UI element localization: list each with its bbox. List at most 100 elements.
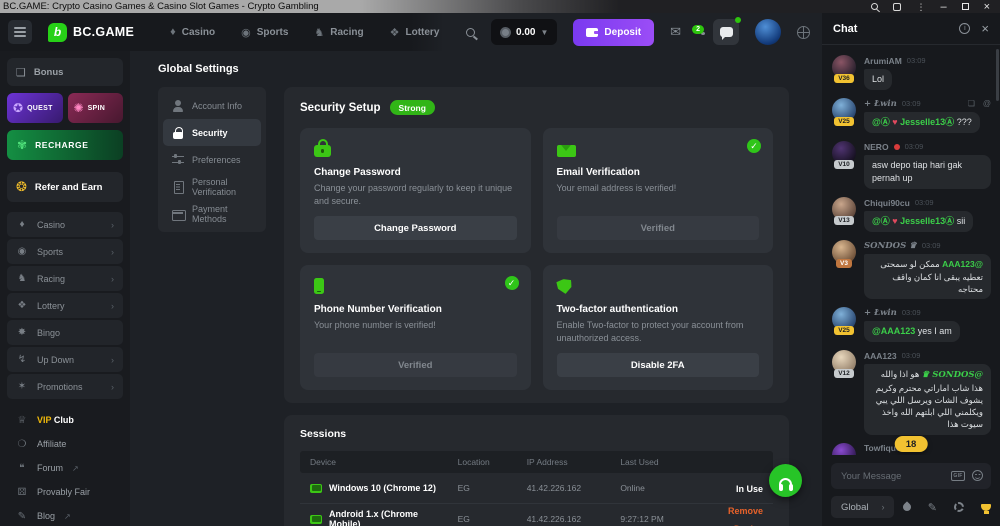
nav-item-racing[interactable]: ♞Racing [314,26,363,39]
mention[interactable]: @AAA123 [942,259,983,269]
sidebar-item-racing[interactable]: ♞Racing› [7,266,123,291]
sidebar-item-sports[interactable]: ◉Sports› [7,239,123,264]
session-action[interactable]: Remove Device [689,501,773,526]
security-card-phone: ✓Phone Number VerificationYour phone num… [300,265,531,390]
coins-icon: ❂ [16,179,27,195]
settings-tab-account-info[interactable]: Account Info [163,92,261,119]
username[interactable]: ArumiAM [864,56,902,66]
language-globe-icon[interactable] [797,26,810,39]
mention[interactable]: @Ⓐ [872,216,890,226]
unread-count-pill[interactable]: 18 [895,436,928,452]
chat-info-icon[interactable]: i [959,23,970,34]
quest-button[interactable]: ✪ QUEST [7,93,63,123]
sidebar-item-affiliate[interactable]: ❍Affiliate [7,432,123,456]
mention[interactable]: @AAA123 [872,326,915,336]
refer-and-earn-button[interactable]: ❂ Refer and Earn [7,172,123,202]
profile-avatar[interactable] [755,19,781,45]
maximize-button[interactable] [962,3,969,10]
sidebar-item-vip-club[interactable]: ♕VIP Club [7,408,123,432]
settings-tab-preferences[interactable]: Preferences [163,146,261,173]
mention[interactable]: @SONDOS ♛ [922,370,983,380]
card-action-button[interactable]: Verified [314,353,517,377]
message-text: Lol [872,74,884,84]
deposit-button[interactable]: Deposit [573,19,654,46]
sidebar-item-promotions[interactable]: ✶Promotions› [7,374,123,399]
card-action-button[interactable]: Disable 2FA [557,353,760,377]
affiliate-icon: ❍ [16,439,28,450]
card-action-button[interactable]: Verified [557,216,760,240]
casino-icon: ♦ [16,219,28,230]
sidebar-bonus[interactable]: ❑ Bonus [7,58,123,86]
window-title-bar: BC.GAME: Crypto Casino Games & Casino Sl… [0,0,1000,13]
sidebar-toggle-button[interactable] [8,20,32,44]
sidebar-item-forum[interactable]: ❝Forum↗ [7,456,123,480]
device-cell: Windows 10 (Chrome 12) [300,483,448,493]
username[interactable]: + Łwin [864,99,897,109]
inbox-icon[interactable]: ✉ [670,27,681,37]
sidebar-item-casino[interactable]: ♦Casino› [7,212,123,237]
spin-button[interactable]: ✺ SPIN [68,93,124,123]
username[interactable]: SONDOS ♛ [864,241,917,251]
recharge-button[interactable]: ✾ RECHARGE [7,130,123,160]
settings-tab-security[interactable]: Security [163,119,261,146]
settings-tab-label: Payment Methods [192,204,252,224]
rules-icon[interactable]: ✎ [928,501,937,514]
wallet-balance[interactable]: 0.00 ▼ [491,19,557,45]
browser-menu-icon[interactable]: ⋮ [916,3,925,11]
coin-drop-icon[interactable] [954,502,964,512]
device-name: Windows 10 (Chrome 12) [329,483,436,493]
remove-device-button[interactable]: Remove Device [728,506,763,526]
mail-icon [557,145,576,157]
column-header: Location [448,457,517,467]
emoji-icon[interactable] [972,470,983,481]
nav-item-lottery[interactable]: ❖Lottery [390,26,440,39]
username[interactable]: + Łwin [864,308,897,318]
chat-room-selector[interactable]: Global › [831,496,894,518]
settings-tab-personal-verification[interactable]: Personal Verification [163,173,261,200]
search-icon[interactable] [466,28,475,37]
sidebar-item-up-down[interactable]: ↯Up Down› [7,347,123,372]
tip-icon[interactable]: ❏ [968,99,975,108]
card-action-button[interactable]: Change Password [314,216,517,240]
chat-scrollbar[interactable] [996,49,999,101]
close-window-button[interactable]: × [984,2,990,12]
nav-item-casino[interactable]: ♦Casino [170,26,215,38]
balance-amount: 0.00 [516,27,535,38]
username[interactable]: Chiqui90cu [864,198,910,208]
browser-extension-icon[interactable] [893,3,901,11]
rain-icon[interactable] [901,501,912,512]
trophy-icon[interactable] [981,504,991,511]
message-text: ??? [954,117,972,127]
support-button[interactable] [769,464,802,497]
avatar[interactable] [832,443,856,455]
sidebar-item-bingo[interactable]: ✸Bingo [7,320,123,345]
mention[interactable]: @Ⓐ [872,117,890,127]
chevron-down-icon: ▼ [541,28,549,37]
mention[interactable]: Jesselle13Ⓐ [900,216,954,226]
navbar-right: 0.00 ▼ Deposit ✉ 2 [466,19,810,46]
username[interactable]: AAA123 [864,351,897,361]
sidebar-item-blog[interactable]: ✎Blog↗ [7,504,123,526]
external-link-icon: ↗ [72,464,79,473]
mention-icon[interactable]: @ [983,99,991,108]
avatar-column: V3 [831,240,857,299]
minimize-button[interactable]: – [940,2,946,12]
mention[interactable]: ♥ [890,117,900,127]
mention[interactable]: ♥ [890,216,900,226]
settings-tab-payment-methods[interactable]: Payment Methods [163,200,261,227]
chat-close-icon[interactable]: × [981,23,989,34]
mention[interactable]: Jesselle13Ⓐ [900,117,954,127]
message-body: Towfique03:09@Cryptoper It's been 4 year… [864,443,991,455]
nav-item-sports[interactable]: ◉Sports [241,26,288,39]
chat-message: V25+ Łwin03:09@AAA123 yes I am [831,307,991,342]
chat-message: V12AAA12303:09@SONDOS ♛ هو اذا والله هذا… [831,350,991,435]
chat-input-row: GIF [831,463,991,489]
sidebar-item-lottery[interactable]: ❖Lottery› [7,293,123,318]
shield-icon [556,278,573,295]
chat-toggle-button[interactable] [713,19,739,45]
username[interactable]: NERO [864,142,889,152]
gif-icon[interactable]: GIF [951,471,965,481]
bcgame-logo[interactable]: b BC.GAME [48,23,134,42]
sidebar-item-provably-fair[interactable]: ⚄Provably Fair [7,480,123,504]
browser-zoom-icon[interactable] [871,3,878,10]
